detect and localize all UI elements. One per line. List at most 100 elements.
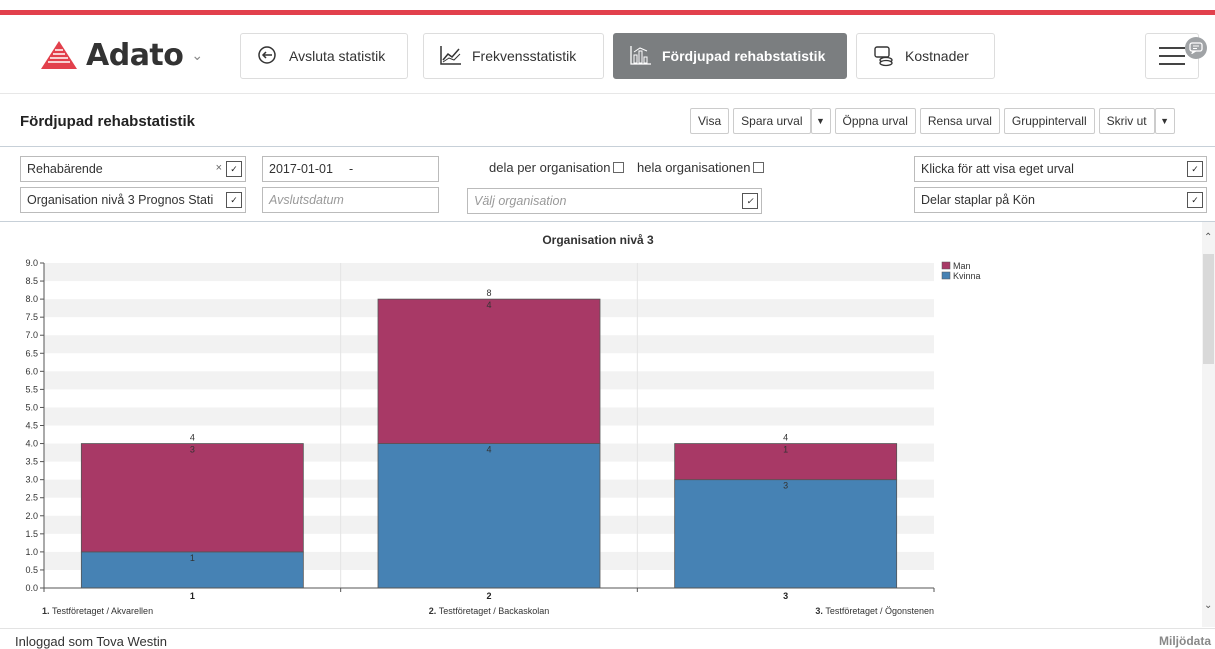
org-select[interactable]: Välj organisation ✓ xyxy=(467,188,762,214)
y-tick-label: 2.5 xyxy=(25,493,38,503)
data-label: 4 xyxy=(486,300,491,310)
category-text: Testföretaget / Ögonstenen xyxy=(825,606,934,616)
skriv-dropdown-caret-icon[interactable]: ▼ xyxy=(1154,108,1175,134)
y-tick-label: 6.0 xyxy=(25,366,38,376)
category-text: Testföretaget / Backaskolan xyxy=(439,606,550,616)
data-label: 3 xyxy=(783,481,788,491)
footer-brand: Miljödata xyxy=(1158,634,1211,648)
adato-logo-icon xyxy=(41,41,77,69)
chevron-down-icon[interactable]: ✓ xyxy=(1187,161,1203,177)
toolbar: Visa Spara urval ▼ Öppna urval Rensa urv… xyxy=(690,108,1175,134)
chart-area: Organisation nivå 3 1 3 4 4 4 8 3 1 4 0.0 0.5 1.0 1… xyxy=(0,222,1200,627)
x-tick-label: 1 xyxy=(190,591,195,601)
page-title: Fördjupad rehabstatistik xyxy=(20,113,196,130)
y-tick-label: 9.0 xyxy=(25,258,38,268)
dela-label: dela per organisation xyxy=(489,160,611,175)
chevron-down-icon[interactable]: ✓ xyxy=(742,193,758,209)
y-tick-label: 3.5 xyxy=(25,457,38,467)
category-number: 3. xyxy=(815,606,825,616)
split-select-value: Delar staplar på Kön xyxy=(921,193,1035,207)
legend-label: Kvinna xyxy=(953,271,981,281)
coins-icon xyxy=(873,45,895,67)
chevron-down-icon[interactable]: ✓ xyxy=(1187,192,1203,208)
bar-segment-kvinna xyxy=(674,479,898,589)
y-tick-label: 5.5 xyxy=(25,384,38,394)
nav-frekvensstatistik[interactable]: Frekvensstatistik xyxy=(423,33,604,79)
rensa-urval-button[interactable]: Rensa urval xyxy=(919,108,1000,134)
category-number: 1. xyxy=(42,606,52,616)
hela-label: hela organisationen xyxy=(637,160,751,175)
oppna-urval-button[interactable]: Öppna urval xyxy=(834,108,916,134)
scroll-up-icon[interactable]: ⌃ xyxy=(1204,232,1212,243)
app-logo[interactable]: Adato ⌄ xyxy=(40,37,203,73)
hela-checkbox[interactable] xyxy=(753,162,765,173)
footer: Inloggad som Tova Westin Miljödata xyxy=(0,628,1215,649)
nav-fordjupad-rehabstatistik[interactable]: Fördjupad rehabstatistik xyxy=(613,33,847,79)
split-select[interactable]: Delar staplar på Kön ✓ xyxy=(914,187,1207,213)
end-date-field[interactable]: Avslutsdatum xyxy=(262,187,439,213)
spara-urval-button[interactable]: Spara urval xyxy=(733,108,811,134)
data-label: 4 xyxy=(486,445,491,455)
chevron-down-icon[interactable]: ✓ xyxy=(226,192,242,208)
nav-label: Fördjupad rehabstatistik xyxy=(662,48,826,64)
logged-in-text: Inloggad som Tova Westin xyxy=(15,634,167,649)
type-select-value: Rehabärende xyxy=(27,162,103,176)
nav-label: Frekvensstatistik xyxy=(472,48,577,64)
legend-swatch xyxy=(941,271,951,280)
y-tick-label: 1.5 xyxy=(25,529,38,539)
scrollbar[interactable]: ⌃ ⌄ xyxy=(1202,222,1215,627)
urval-select[interactable]: Klicka för att visa eget urval ✓ xyxy=(914,156,1207,182)
y-tick-label: 6.5 xyxy=(25,348,38,358)
y-tick-label: 0.5 xyxy=(25,565,38,575)
grid-band xyxy=(44,263,934,282)
y-tick-label: 5.0 xyxy=(25,402,38,412)
urval-select-value: Klicka för att visa eget urval xyxy=(921,162,1074,176)
nav-avsluta-statistik[interactable]: Avsluta statistik xyxy=(240,33,408,79)
data-label: 3 xyxy=(190,445,195,455)
divider xyxy=(0,146,1215,147)
y-tick-label: 4.5 xyxy=(25,421,38,431)
dela-per-organisation[interactable]: dela per organisation xyxy=(489,160,625,175)
chat-icon[interactable] xyxy=(1185,37,1207,59)
legend-swatch xyxy=(941,261,951,270)
nav-kostnader[interactable]: Kostnader xyxy=(856,33,995,79)
visa-button[interactable]: Visa xyxy=(690,108,730,134)
start-date-field[interactable]: 2017-01-01 - xyxy=(262,156,439,182)
hamburger-line xyxy=(1159,63,1185,65)
nav-label: Avsluta statistik xyxy=(289,48,386,64)
y-tick-label: 0.0 xyxy=(25,583,38,593)
dela-checkbox[interactable] xyxy=(613,162,625,173)
total-label: 8 xyxy=(486,288,491,298)
total-label: 4 xyxy=(190,433,195,443)
data-label: 1 xyxy=(783,445,788,455)
skriv-ut-button[interactable]: Skriv ut xyxy=(1098,108,1155,134)
category-description: 2. Testföretaget / Backaskolan xyxy=(429,606,550,616)
chevron-down-icon[interactable]: ✓ xyxy=(226,161,242,177)
org-placeholder: Välj organisation xyxy=(474,194,567,208)
level-select[interactable]: Organisation nivå 3 Prognos Stati ✓ xyxy=(20,187,246,213)
type-select[interactable]: Rehabärende × ✓ xyxy=(20,156,246,182)
gruppintervall-button[interactable]: Gruppintervall xyxy=(1003,108,1095,134)
bar-segment-man xyxy=(377,298,601,444)
stacked-bar-chart: Organisation nivå 3 1 3 4 4 4 8 3 1 4 0.0 0.5 1.0 1… xyxy=(25,233,981,616)
clear-icon[interactable]: × xyxy=(216,162,222,174)
chart-bars: 1 3 4 4 4 8 3 1 4 xyxy=(80,288,898,589)
category-description: 1. Testföretaget / Akvarellen xyxy=(42,606,153,616)
category-description: 3. Testföretaget / Ögonstenen xyxy=(815,606,934,616)
scroll-down-icon[interactable]: ⌄ xyxy=(1204,600,1212,611)
exit-icon xyxy=(257,45,279,67)
spara-dropdown-caret-icon[interactable]: ▼ xyxy=(810,108,831,134)
total-label: 4 xyxy=(783,433,788,443)
scrollbar-thumb[interactable] xyxy=(1203,254,1214,364)
y-tick-label: 7.5 xyxy=(25,312,38,322)
y-tick-label: 2.0 xyxy=(25,511,38,521)
bar-chart-icon xyxy=(630,45,652,67)
hela-organisationen[interactable]: hela organisationen xyxy=(633,160,765,175)
data-label: 1 xyxy=(190,553,195,563)
chevron-down-icon: ⌄ xyxy=(191,46,204,63)
category-text: Testföretaget / Akvarellen xyxy=(52,606,153,616)
end-date-placeholder: Avslutsdatum xyxy=(269,193,344,207)
date-separator: - xyxy=(348,162,354,176)
bar-segment-kvinna xyxy=(377,443,601,589)
y-tick-label: 3.0 xyxy=(25,475,38,485)
